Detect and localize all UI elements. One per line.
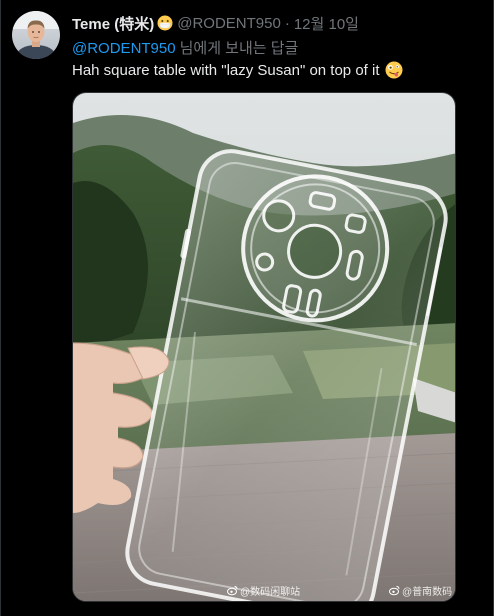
reply-context: @RODENT950 님에게 보내는 답글 bbox=[72, 37, 298, 58]
zany-face-emoji-icon bbox=[385, 61, 403, 79]
watermark-right: @普南数码 bbox=[389, 583, 452, 598]
tweet-date[interactable]: 12월 10일 bbox=[294, 13, 359, 34]
watermark-left: @数码闲聊站 bbox=[227, 583, 300, 598]
user-handle[interactable]: @RODENT950 bbox=[177, 15, 281, 32]
phone-case-photo bbox=[73, 93, 455, 601]
separator-dot: · bbox=[284, 14, 290, 32]
display-name[interactable]: Teme (特米) bbox=[72, 13, 154, 34]
reply-mention-link[interactable]: @RODENT950 bbox=[72, 40, 176, 57]
avatar-image bbox=[12, 11, 60, 59]
weibo-icon bbox=[389, 585, 400, 596]
watermark-right-text: @普南数码 bbox=[402, 587, 453, 598]
reply-suffix-text: 님에게 보내는 답글 bbox=[179, 40, 299, 57]
tweet[interactable]: Teme (特米) @RODENT950 · 12월 10일 @RODENT95… bbox=[0, 0, 494, 616]
mask-face-emoji-icon bbox=[157, 15, 173, 31]
weibo-icon bbox=[227, 585, 238, 596]
tweet-photo[interactable] bbox=[72, 92, 456, 602]
tweet-header: Teme (特米) @RODENT950 · 12월 10일 bbox=[72, 13, 359, 33]
tweet-body: Hah square table with "lazy Susan" on to… bbox=[72, 61, 380, 79]
tweet-text: Hah square table with "lazy Susan" on to… bbox=[72, 61, 403, 79]
avatar[interactable] bbox=[12, 11, 60, 59]
watermark-left-text: @数码闲聊站 bbox=[240, 587, 301, 598]
